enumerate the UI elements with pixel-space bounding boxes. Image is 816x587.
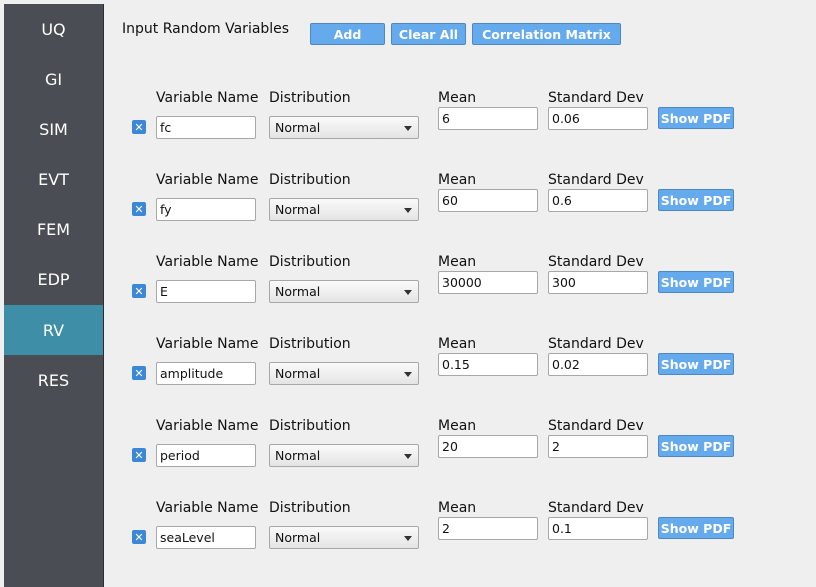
distribution-value: Normal xyxy=(275,448,321,463)
std-dev-field[interactable]: 300 xyxy=(548,271,648,294)
chevron-down-icon xyxy=(404,454,412,459)
mean-label: Mean xyxy=(438,254,477,270)
variable-name-field[interactable]: period xyxy=(156,444,256,467)
distribution-select[interactable]: Normal xyxy=(269,116,419,139)
distribution-label: Distribution xyxy=(269,90,351,106)
variable-name-label: Variable Name xyxy=(156,90,259,106)
mean-field[interactable]: 0.15 xyxy=(438,353,538,376)
distribution-select[interactable]: Normal xyxy=(269,362,419,385)
std-dev-label: Standard Dev xyxy=(548,500,644,516)
correlation-matrix-button[interactable]: Correlation Matrix xyxy=(472,23,621,45)
random-variable-row: Variable Name Distribution Mean Standard… xyxy=(0,334,816,416)
page-title: Input Random Variables xyxy=(122,21,290,37)
chevron-down-icon xyxy=(404,208,412,213)
distribution-value: Normal xyxy=(275,284,321,299)
mean-field[interactable]: 6 xyxy=(438,107,538,130)
random-variable-row: Variable Name Distribution Mean Standard… xyxy=(0,416,816,498)
mean-label: Mean xyxy=(438,336,477,352)
close-icon: ✕ xyxy=(134,202,144,216)
remove-checkbox[interactable]: ✕ xyxy=(132,284,146,298)
distribution-select[interactable]: Normal xyxy=(269,198,419,221)
mean-field[interactable]: 60 xyxy=(438,189,538,212)
show-pdf-button[interactable]: Show PDF xyxy=(658,189,734,211)
variable-name-field[interactable]: seaLevel xyxy=(156,526,256,549)
remove-checkbox[interactable]: ✕ xyxy=(132,120,146,134)
std-dev-field[interactable]: 0.02 xyxy=(548,353,648,376)
close-icon: ✕ xyxy=(134,366,144,380)
remove-checkbox[interactable]: ✕ xyxy=(132,448,146,462)
variable-name-label: Variable Name xyxy=(156,254,259,270)
std-dev-label: Standard Dev xyxy=(548,254,644,270)
close-icon: ✕ xyxy=(134,120,144,134)
show-pdf-button[interactable]: Show PDF xyxy=(658,517,734,539)
std-dev-field[interactable]: 0.1 xyxy=(548,517,648,540)
std-dev-label: Standard Dev xyxy=(548,336,644,352)
std-dev-field[interactable]: 2 xyxy=(548,435,648,458)
chevron-down-icon xyxy=(404,290,412,295)
random-variable-row: Variable Name Distribution Mean Standard… xyxy=(0,252,816,334)
variable-name-label: Variable Name xyxy=(156,418,259,434)
remove-checkbox[interactable]: ✕ xyxy=(132,530,146,544)
random-variable-row: Variable Name Distribution Mean Standard… xyxy=(0,170,816,252)
distribution-label: Distribution xyxy=(269,336,351,352)
distribution-select[interactable]: Normal xyxy=(269,526,419,549)
random-variable-row: Variable Name Distribution Mean Standard… xyxy=(0,88,816,170)
random-variable-row: Variable Name Distribution Mean Standard… xyxy=(0,498,816,580)
distribution-label: Distribution xyxy=(269,172,351,188)
variable-name-field[interactable]: amplitude xyxy=(156,362,256,385)
clear-all-button[interactable]: Clear All xyxy=(391,23,466,45)
distribution-value: Normal xyxy=(275,120,321,135)
add-button[interactable]: Add xyxy=(310,23,385,45)
chevron-down-icon xyxy=(404,126,412,131)
mean-field[interactable]: 2 xyxy=(438,517,538,540)
show-pdf-button[interactable]: Show PDF xyxy=(658,435,734,457)
distribution-select[interactable]: Normal xyxy=(269,444,419,467)
chevron-down-icon xyxy=(404,372,412,377)
sidebar-item-label: UQ xyxy=(41,19,66,39)
distribution-select[interactable]: Normal xyxy=(269,280,419,303)
mean-label: Mean xyxy=(438,418,477,434)
remove-checkbox[interactable]: ✕ xyxy=(132,202,146,216)
std-dev-label: Standard Dev xyxy=(548,172,644,188)
variable-name-label: Variable Name xyxy=(156,336,259,352)
distribution-label: Distribution xyxy=(269,254,351,270)
mean-label: Mean xyxy=(438,500,477,516)
mean-label: Mean xyxy=(438,172,477,188)
show-pdf-button[interactable]: Show PDF xyxy=(658,271,734,293)
chevron-down-icon xyxy=(404,536,412,541)
show-pdf-button[interactable]: Show PDF xyxy=(658,353,734,375)
std-dev-label: Standard Dev xyxy=(548,418,644,434)
close-icon: ✕ xyxy=(134,530,144,544)
distribution-label: Distribution xyxy=(269,418,351,434)
std-dev-field[interactable]: 0.06 xyxy=(548,107,648,130)
distribution-value: Normal xyxy=(275,530,321,545)
remove-checkbox[interactable]: ✕ xyxy=(132,366,146,380)
mean-label: Mean xyxy=(438,90,477,106)
show-pdf-button[interactable]: Show PDF xyxy=(658,107,734,129)
distribution-value: Normal xyxy=(275,366,321,381)
variable-name-label: Variable Name xyxy=(156,500,259,516)
mean-field[interactable]: 20 xyxy=(438,435,538,458)
variable-name-field[interactable]: fc xyxy=(156,116,256,139)
variable-name-field[interactable]: E xyxy=(156,280,256,303)
variable-name-field[interactable]: fy xyxy=(156,198,256,221)
sidebar-item-label: GI xyxy=(44,69,63,89)
variable-name-label: Variable Name xyxy=(156,172,259,188)
mean-field[interactable]: 30000 xyxy=(438,271,538,294)
std-dev-label: Standard Dev xyxy=(548,90,644,106)
distribution-label: Distribution xyxy=(269,500,351,516)
std-dev-field[interactable]: 0.6 xyxy=(548,189,648,212)
close-icon: ✕ xyxy=(134,284,144,298)
distribution-value: Normal xyxy=(275,202,321,217)
close-icon: ✕ xyxy=(134,448,144,462)
sidebar-item-uq[interactable]: UQ xyxy=(4,4,103,54)
